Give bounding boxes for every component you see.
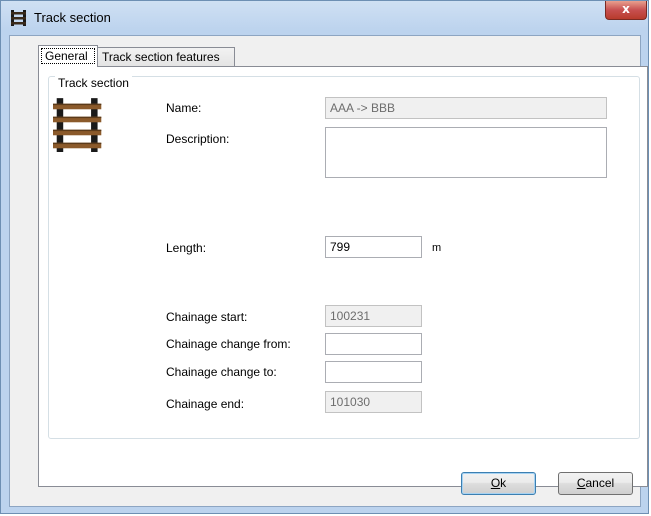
window-title: Track section <box>34 10 111 25</box>
chainage-end-field[interactable]: 101030 <box>325 391 422 413</box>
tab-track-section-features[interactable]: Track section features <box>98 47 235 67</box>
description-label: Description: <box>166 132 230 146</box>
ok-button[interactable]: Ok <box>461 472 536 495</box>
tab-features-label: Track section features <box>102 50 220 64</box>
length-unit: m <box>432 242 442 254</box>
track-rails-icon <box>53 98 102 152</box>
name-field[interactable]: AAA -> BBB <box>325 97 607 119</box>
cancel-button[interactable]: Cancel <box>558 472 633 495</box>
chainage-start-field[interactable]: 100231 <box>325 305 422 327</box>
close-icon: x <box>622 2 630 16</box>
cancel-label-rest: ancel <box>585 476 615 490</box>
length-label: Length: <box>166 241 207 255</box>
dialog-window: Track section x General Track section fe… <box>0 0 649 514</box>
close-button[interactable]: x <box>605 1 647 20</box>
track-section-icon <box>11 10 26 26</box>
length-field[interactable]: 799 <box>325 236 422 258</box>
title-bar[interactable]: Track section x <box>1 1 648 35</box>
chainage-change-to-label: Chainage change to: <box>166 365 277 379</box>
description-field[interactable] <box>325 127 607 178</box>
ok-label-rest: k <box>500 476 507 490</box>
tab-general-label: General <box>45 49 88 63</box>
tab-general[interactable]: General <box>38 45 98 67</box>
chainage-start-label: Chainage start: <box>166 310 248 324</box>
ok-mnemonic: O <box>490 476 501 490</box>
chainage-change-from-field[interactable] <box>325 333 422 355</box>
name-label: Name: <box>166 101 202 115</box>
chainage-change-to-field[interactable] <box>325 361 422 383</box>
chainage-end-label: Chainage end: <box>166 397 245 411</box>
chainage-change-from-label: Chainage change from: <box>166 337 291 351</box>
group-legend: Track section <box>55 76 132 90</box>
